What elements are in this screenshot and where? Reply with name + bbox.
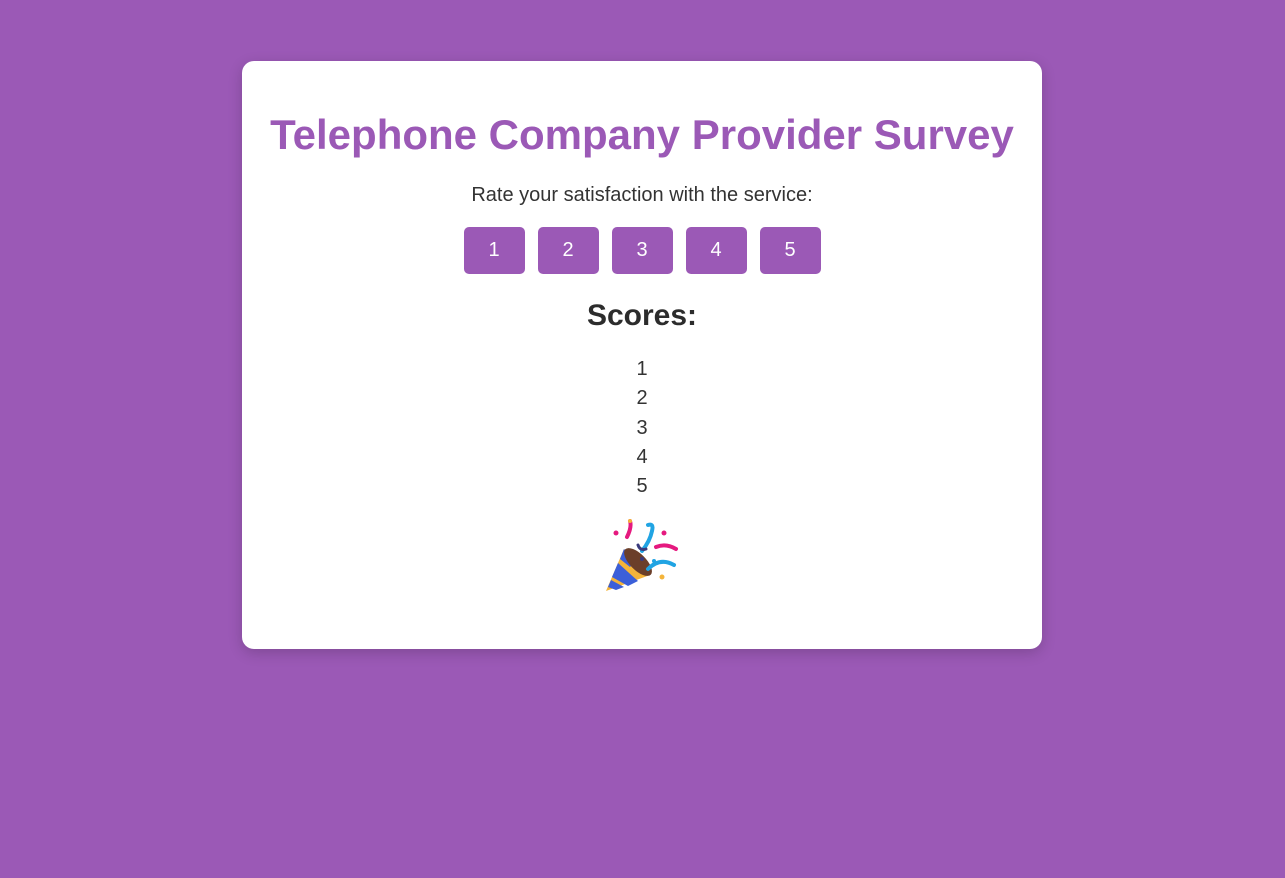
rate-button-5[interactable]: 5 — [759, 227, 821, 274]
survey-card: Telephone Company Provider Survey Rate y… — [242, 61, 1042, 649]
score-item: 5 — [636, 475, 648, 498]
score-item: 1 — [636, 358, 648, 380]
rating-prompt: Rate your satisfaction with the service: — [471, 184, 813, 206]
rate-button-2[interactable]: 2 — [537, 227, 599, 274]
score-item: 2 — [636, 387, 648, 410]
rate-button-1[interactable]: 1 — [463, 227, 525, 274]
party-popper-icon — [606, 519, 678, 591]
rate-button-4[interactable]: 4 — [685, 227, 747, 274]
rating-buttons: 1 2 3 4 5 — [242, 227, 1042, 274]
rate-button-3[interactable]: 3 — [611, 227, 673, 274]
scores-heading: Scores: — [586, 299, 698, 332]
page-title: Telephone Company Provider Survey — [270, 111, 1014, 158]
score-item: 4 — [636, 445, 648, 468]
score-list: 1 2 3 4 5 — [242, 355, 1042, 501]
score-item: 3 — [636, 416, 648, 439]
